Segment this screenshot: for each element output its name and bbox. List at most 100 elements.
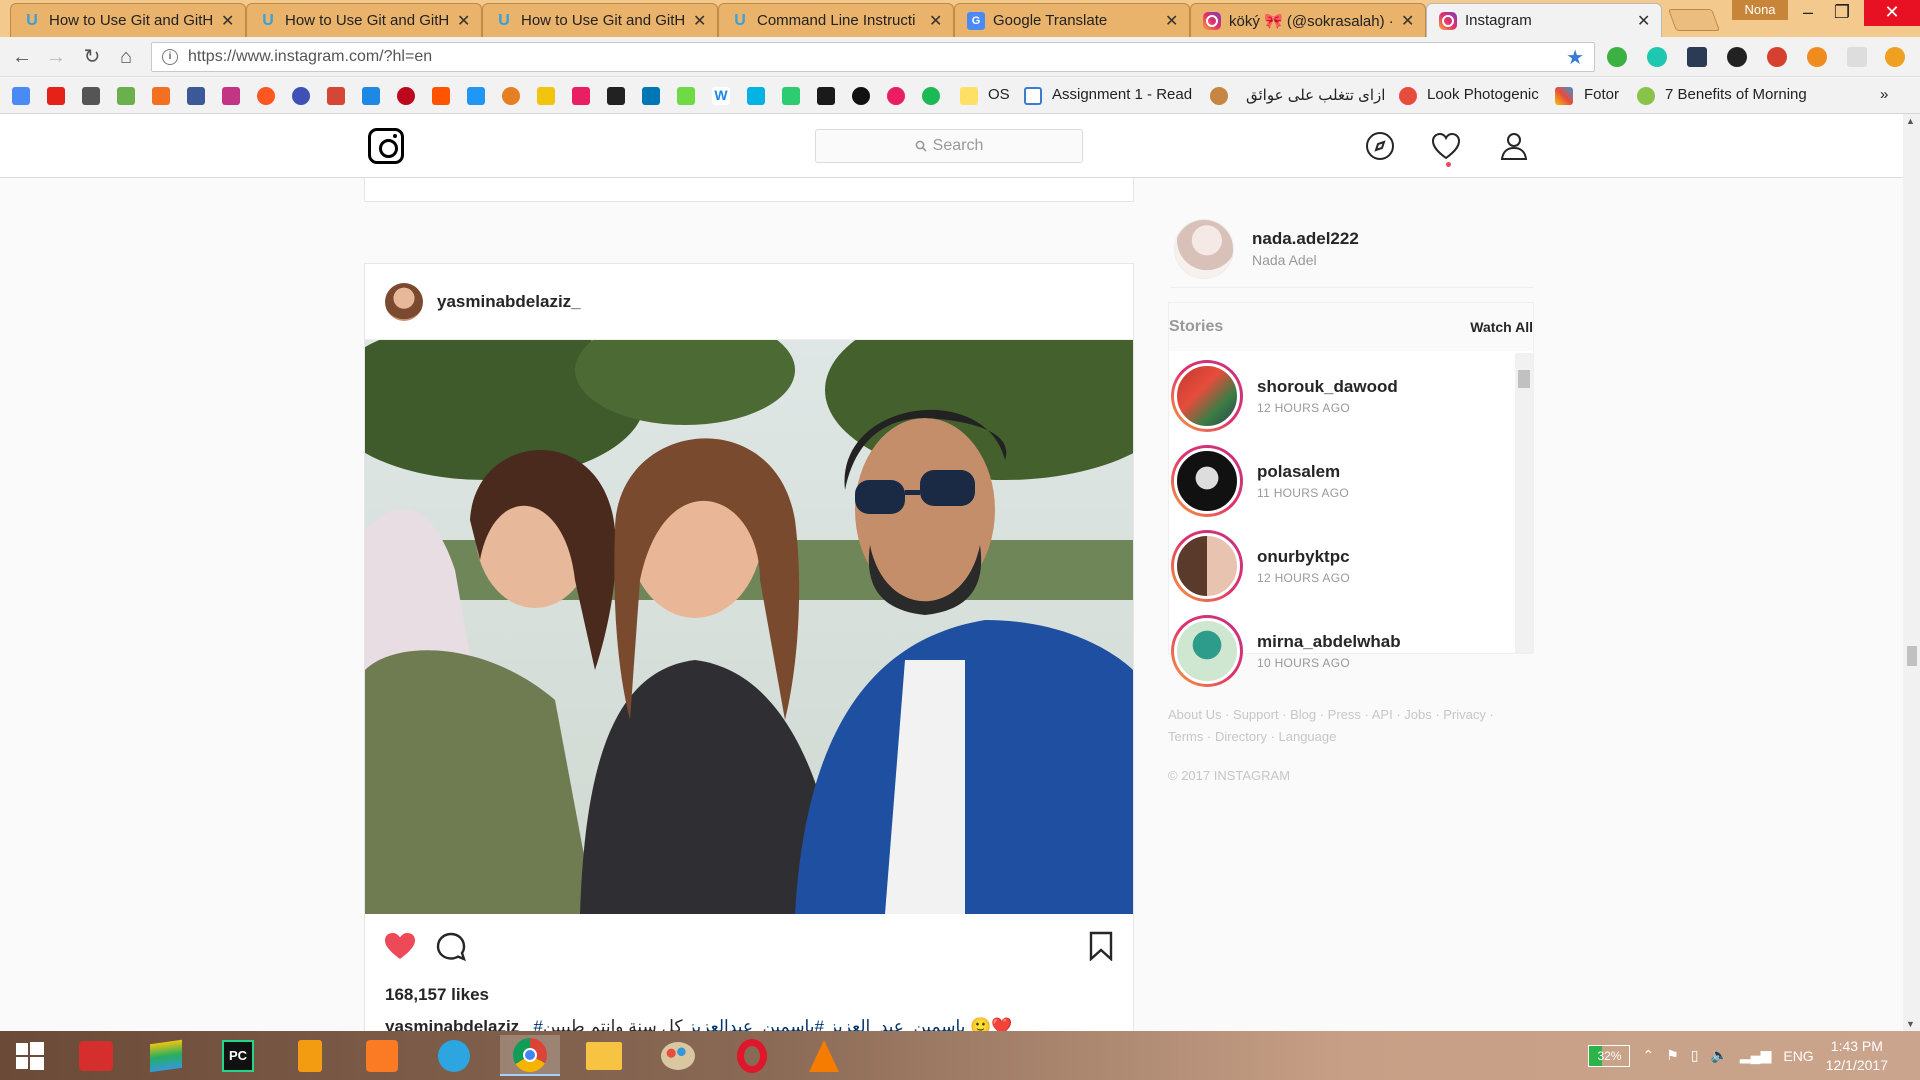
windows-start-icon[interactable] <box>0 1035 60 1076</box>
close-icon[interactable]: ✕ <box>929 11 943 31</box>
back-icon[interactable]: ← <box>10 45 34 69</box>
device-icon[interactable]: ▯ <box>1691 1047 1699 1064</box>
story-item[interactable]: shorouk_dawood 12 HOURS AGO <box>1169 353 1513 438</box>
vlc-icon[interactable] <box>794 1035 854 1076</box>
story-item[interactable]: mirna_abdelwhab 10 HOURS AGO <box>1169 608 1513 693</box>
site-info-icon[interactable]: i <box>162 49 178 65</box>
bookmark-icon-25[interactable] <box>852 87 870 105</box>
clock[interactable]: 1:43 PM 12/1/2017 <box>1826 1037 1888 1075</box>
bookmark-icon-9[interactable] <box>292 87 310 105</box>
bookmark-icon-16[interactable] <box>537 87 555 105</box>
close-icon[interactable]: ✕ <box>457 11 471 31</box>
bookmark-arabic[interactable]: ازاى تتغلب على عوائق <box>1246 86 1385 104</box>
profile-chip[interactable]: Nona <box>1732 0 1788 20</box>
notion-bookmark-icon[interactable] <box>607 87 625 105</box>
input-language[interactable]: ENG <box>1783 1048 1813 1064</box>
search-input[interactable]: Search <box>815 129 1083 163</box>
footer-links-line-2[interactable]: Terms · Directory · Language <box>1168 726 1534 748</box>
url-text[interactable]: https://www.instagram.com/?hl=en <box>188 48 1556 66</box>
bookmarks-overflow-button[interactable]: » <box>1880 86 1888 103</box>
tab-6[interactable]: köký 🎀 (@sokrasalah) · ✕ <box>1190 3 1426 37</box>
opera-icon[interactable] <box>722 1035 782 1076</box>
tray-expand-icon[interactable]: ⌃ <box>1642 1047 1654 1064</box>
pycharm-icon[interactable]: PC <box>208 1035 268 1076</box>
scroll-up-icon[interactable]: ▲ <box>1906 116 1915 126</box>
extension-orange-icon[interactable] <box>1807 47 1827 67</box>
youtube-bookmark-icon[interactable] <box>47 87 65 105</box>
extension-santa-icon[interactable] <box>1767 47 1787 67</box>
bookmark-icon-14[interactable] <box>467 87 485 105</box>
xampp-bookmark-icon[interactable] <box>152 87 170 105</box>
extension-u-icon[interactable] <box>1687 47 1707 67</box>
udacity-bookmark-icon[interactable] <box>747 87 765 105</box>
extension-power-icon[interactable] <box>1885 47 1905 67</box>
bookmark-icon-27[interactable] <box>922 87 940 105</box>
bookmark-icon-11[interactable] <box>362 87 380 105</box>
pinterest-bookmark-icon[interactable] <box>397 87 415 105</box>
telegram-icon[interactable] <box>424 1035 484 1076</box>
scroll-down-icon[interactable]: ▼ <box>1906 1019 1915 1029</box>
post-username[interactable]: yasminabdelaziz_ <box>437 292 581 312</box>
instagram-logo-icon[interactable] <box>368 128 404 164</box>
lightroom-bookmark-icon[interactable] <box>817 87 835 105</box>
comment-icon[interactable] <box>435 931 467 963</box>
stories-scrollbar[interactable] <box>1515 353 1533 653</box>
bookmark-icon-23[interactable] <box>782 87 800 105</box>
downloader-app-icon[interactable] <box>66 1035 126 1076</box>
post-photo[interactable] <box>365 340 1133 914</box>
wuzzuf-bookmark-icon[interactable]: W <box>712 87 730 105</box>
tab-2[interactable]: U How to Use Git and GitH ✕ <box>246 3 482 37</box>
forward-icon[interactable]: → <box>44 45 68 69</box>
xampp-icon[interactable] <box>352 1035 412 1076</box>
tab-7-active[interactable]: Instagram ✕ <box>1426 3 1662 37</box>
linkedin-bookmark-icon[interactable] <box>642 87 660 105</box>
address-bar[interactable]: i https://www.instagram.com/?hl=en ★ <box>151 42 1595 72</box>
tab-5[interactable]: G Google Translate ✕ <box>954 3 1190 37</box>
facebook-bookmark-icon[interactable] <box>187 87 205 105</box>
home-icon[interactable]: ⌂ <box>114 45 138 69</box>
chrome-icon[interactable] <box>500 1035 560 1076</box>
page-scrollbar[interactable]: ▲ ▼ <box>1903 114 1920 1031</box>
extension-camera-icon[interactable] <box>1727 47 1747 67</box>
current-user-avatar[interactable] <box>1174 218 1234 279</box>
reload-icon[interactable]: ↻ <box>80 45 104 69</box>
window-close-icon[interactable]: ✕ <box>1864 0 1920 26</box>
stories-scroll-thumb[interactable] <box>1518 370 1530 388</box>
instagram-bookmark-icon[interactable] <box>222 87 240 105</box>
post-avatar[interactable] <box>385 282 423 321</box>
restore-icon[interactable]: ❐ <box>1822 0 1862 26</box>
footer-links-line-1[interactable]: About Us · Support · Blog · Press · API … <box>1168 704 1534 726</box>
extension-gray-icon[interactable] <box>1847 47 1867 67</box>
bookmark-icon-17[interactable] <box>572 87 590 105</box>
bookmark-os[interactable]: OS <box>988 86 1010 103</box>
bookmark-assignment[interactable]: Assignment 1 - Read <box>1052 86 1194 103</box>
gmail-bookmark-icon[interactable] <box>327 87 345 105</box>
profile-user-icon[interactable] <box>1498 130 1530 162</box>
new-tab-button[interactable] <box>1667 9 1721 31</box>
story-item[interactable]: polasalem 11 HOURS AGO <box>1169 438 1513 523</box>
volume-icon[interactable]: 🔈 <box>1710 1047 1727 1064</box>
tab-4[interactable]: U Command Line Instructi ✕ <box>718 3 954 37</box>
explore-compass-icon[interactable] <box>1364 130 1396 162</box>
close-icon[interactable]: ✕ <box>1401 11 1415 31</box>
bookmark-star-icon[interactable]: ★ <box>1566 45 1584 70</box>
bookmark-icon-8[interactable] <box>257 87 275 105</box>
close-icon[interactable]: ✕ <box>693 11 707 31</box>
like-heart-icon[interactable] <box>383 931 417 961</box>
close-icon[interactable]: ✕ <box>221 11 235 31</box>
page-scroll-thumb[interactable] <box>1907 646 1917 666</box>
tab-1[interactable]: U How to Use Git and GitH ✕ <box>10 3 246 37</box>
watch-all-link[interactable]: Watch All <box>1470 319 1533 335</box>
bookmark-photogenic[interactable]: Look Photogenic <box>1427 86 1539 103</box>
caption-username[interactable]: yasminabdelaziz_ <box>385 1017 529 1031</box>
story-item[interactable]: onurbyktpc 12 HOURS AGO <box>1169 523 1513 608</box>
paint-icon[interactable] <box>648 1035 708 1076</box>
likes-count[interactable]: 168,157 likes <box>385 985 489 1005</box>
activity-heart-icon[interactable] <box>1430 130 1462 162</box>
current-user-username[interactable]: nada.adel222 <box>1252 229 1359 249</box>
network-icon[interactable]: ▂▄▆ <box>1740 1047 1771 1064</box>
file-explorer-icon[interactable] <box>574 1035 634 1076</box>
close-icon[interactable]: ✕ <box>1637 11 1651 31</box>
flag-icon[interactable]: ⚑ <box>1666 1047 1679 1064</box>
save-bookmark-icon[interactable] <box>1089 931 1113 961</box>
